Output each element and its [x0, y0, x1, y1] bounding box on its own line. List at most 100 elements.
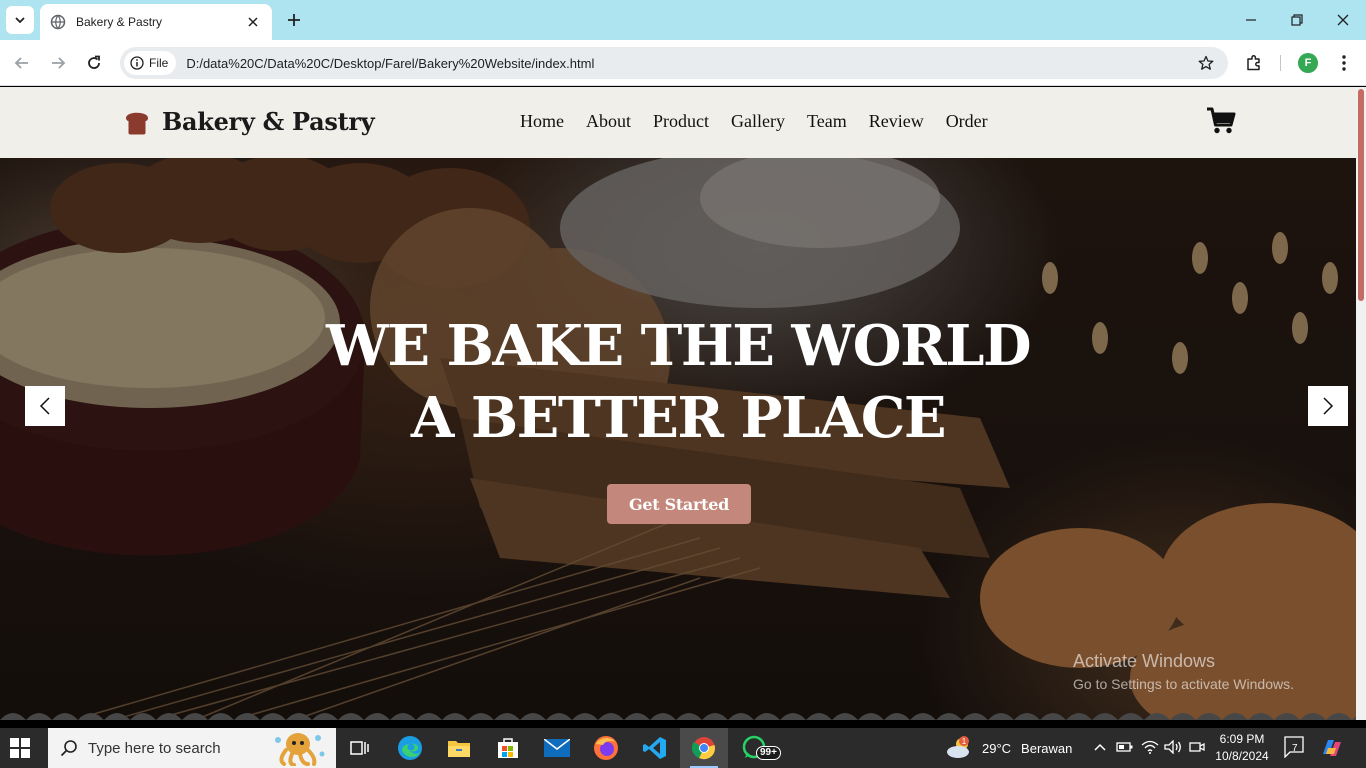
back-button[interactable]: [8, 49, 36, 77]
main-nav: Home About Product Gallery Team Review O…: [520, 111, 988, 132]
chevron-right-icon: [1323, 397, 1334, 415]
site-info-chip[interactable]: File: [124, 51, 177, 75]
tray-copilot[interactable]: [1320, 736, 1344, 765]
task-view-icon: [350, 741, 369, 755]
minimize-icon: [1246, 19, 1256, 21]
extensions-button[interactable]: [1240, 49, 1268, 77]
brand-logo-link[interactable]: Bakery & Pastry: [122, 107, 375, 136]
info-icon: [130, 56, 144, 70]
watermark-title: Activate Windows: [1073, 651, 1216, 671]
bread-icon: [126, 112, 148, 134]
browser-tab-strip: Bakery & Pastry: [0, 0, 1366, 40]
taskbar-vscode[interactable]: [631, 728, 679, 768]
copilot-icon: [1323, 740, 1341, 756]
nav-review[interactable]: Review: [869, 111, 924, 132]
restore-button[interactable]: [1283, 6, 1311, 34]
whatsapp-unread-badge: 99+: [756, 746, 781, 760]
clock-time: 6:09 PM: [1219, 732, 1265, 746]
carousel-next-button[interactable]: [1308, 386, 1348, 426]
wifi-icon: [1141, 740, 1159, 754]
tab-title: Bakery & Pastry: [76, 15, 163, 29]
task-view-button[interactable]: [336, 728, 384, 768]
profile-avatar: F: [1298, 53, 1318, 73]
hero-title: WE BAKE THE WORLD A BETTER PLACE: [325, 313, 1032, 451]
taskbar-clock[interactable]: 6:09 PM 10/8/2024: [1212, 731, 1272, 765]
bookmark-star-icon[interactable]: [1194, 51, 1218, 75]
minimize-button[interactable]: [1237, 6, 1265, 34]
browser-tab-active[interactable]: Bakery & Pastry: [40, 4, 272, 40]
close-tab-icon[interactable]: [244, 13, 262, 31]
close-icon: [1337, 14, 1349, 26]
weather-temperature: 29°C: [982, 740, 1012, 756]
nav-order[interactable]: Order: [946, 111, 988, 132]
chevron-down-icon: [15, 17, 25, 24]
weather-description: Berawan: [1021, 740, 1073, 756]
windows-taskbar: Type here to search 99+ 1 29°C Berawan 6…: [0, 728, 1366, 768]
new-tab-button[interactable]: [282, 8, 306, 32]
nav-team[interactable]: Team: [807, 111, 847, 132]
restore-icon: [1291, 14, 1303, 26]
camera-icon: [1189, 742, 1205, 752]
tab-search-button[interactable]: [6, 6, 34, 34]
mail-icon: [544, 739, 570, 757]
activate-windows-watermark: Activate Windows Go to Settings to activ…: [1073, 651, 1294, 692]
nav-about[interactable]: About: [586, 111, 631, 132]
nav-home[interactable]: Home: [520, 111, 564, 132]
firefox-icon: [594, 736, 618, 760]
store-icon: [498, 738, 518, 758]
hero-section: WE BAKE THE WORLD A BETTER PLACE Get Sta…: [0, 158, 1356, 720]
scrollbar-thumb[interactable]: [1358, 89, 1364, 301]
taskbar-firefox[interactable]: [582, 728, 630, 768]
chrome-icon: [692, 737, 715, 760]
reload-button[interactable]: [80, 49, 108, 77]
chevron-up-icon: [1094, 743, 1106, 751]
plus-icon: [288, 14, 300, 26]
taskbar-file-explorer[interactable]: [435, 728, 483, 768]
toolbar-divider: [1280, 55, 1281, 71]
page-scrollbar[interactable]: [1356, 87, 1366, 720]
windows-logo-icon: [10, 738, 30, 758]
clock-date: 10/8/2024: [1215, 749, 1269, 763]
tray-battery[interactable]: [1116, 740, 1134, 759]
tray-wifi[interactable]: [1141, 740, 1159, 759]
forward-button[interactable]: [44, 49, 72, 77]
edge-icon: [398, 736, 422, 760]
tray-volume[interactable]: [1164, 739, 1182, 759]
taskbar-store[interactable]: [484, 728, 532, 768]
search-icon: [60, 740, 77, 757]
vscode-icon: [643, 737, 666, 759]
taskbar-chrome[interactable]: [680, 728, 728, 768]
puzzle-icon: [1247, 55, 1260, 71]
brand-name: Bakery & Pastry: [162, 107, 375, 136]
folder-icon: [448, 741, 470, 757]
taskbar-mail[interactable]: [533, 728, 581, 768]
get-started-button[interactable]: Get Started: [607, 484, 751, 524]
hero-scallop-border: [0, 713, 1356, 720]
notification-center-button[interactable]: 7: [1284, 736, 1304, 763]
globe-icon: [50, 14, 66, 30]
browser-menu-button[interactable]: [1330, 49, 1358, 77]
tray-meet-now[interactable]: [1189, 740, 1205, 759]
url-text[interactable]: D:/data%20C/Data%20C/Desktop/Farel/Baker…: [186, 56, 1194, 71]
more-vert-icon: [1342, 55, 1346, 71]
taskbar-search-box[interactable]: Type here to search: [48, 728, 336, 768]
start-button[interactable]: [10, 738, 30, 763]
taskbar-edge[interactable]: [386, 728, 434, 768]
web-page: Bakery & Pastry Home About Product Galle…: [0, 87, 1356, 720]
weather-alert-count: 1: [962, 737, 967, 746]
shopping-cart-icon: [1207, 107, 1236, 134]
speaker-icon: [1164, 739, 1181, 755]
cart-button[interactable]: [1206, 107, 1236, 140]
taskbar-whatsapp[interactable]: 99+: [730, 728, 781, 768]
profile-button[interactable]: F: [1294, 49, 1322, 77]
nav-gallery[interactable]: Gallery: [731, 111, 785, 132]
nav-product[interactable]: Product: [653, 111, 709, 132]
carousel-prev-button[interactable]: [25, 386, 65, 426]
weather-widget[interactable]: 1 29°C Berawan: [946, 736, 1072, 760]
close-window-button[interactable]: [1329, 6, 1357, 34]
arrow-left-icon: [14, 57, 28, 69]
chevron-left-icon: [39, 397, 50, 415]
tray-overflow-chevron[interactable]: [1093, 740, 1107, 759]
browser-toolbar: File D:/data%20C/Data%20C/Desktop/Farel/…: [0, 40, 1366, 86]
address-bar[interactable]: File D:/data%20C/Data%20C/Desktop/Farel/…: [120, 47, 1228, 79]
